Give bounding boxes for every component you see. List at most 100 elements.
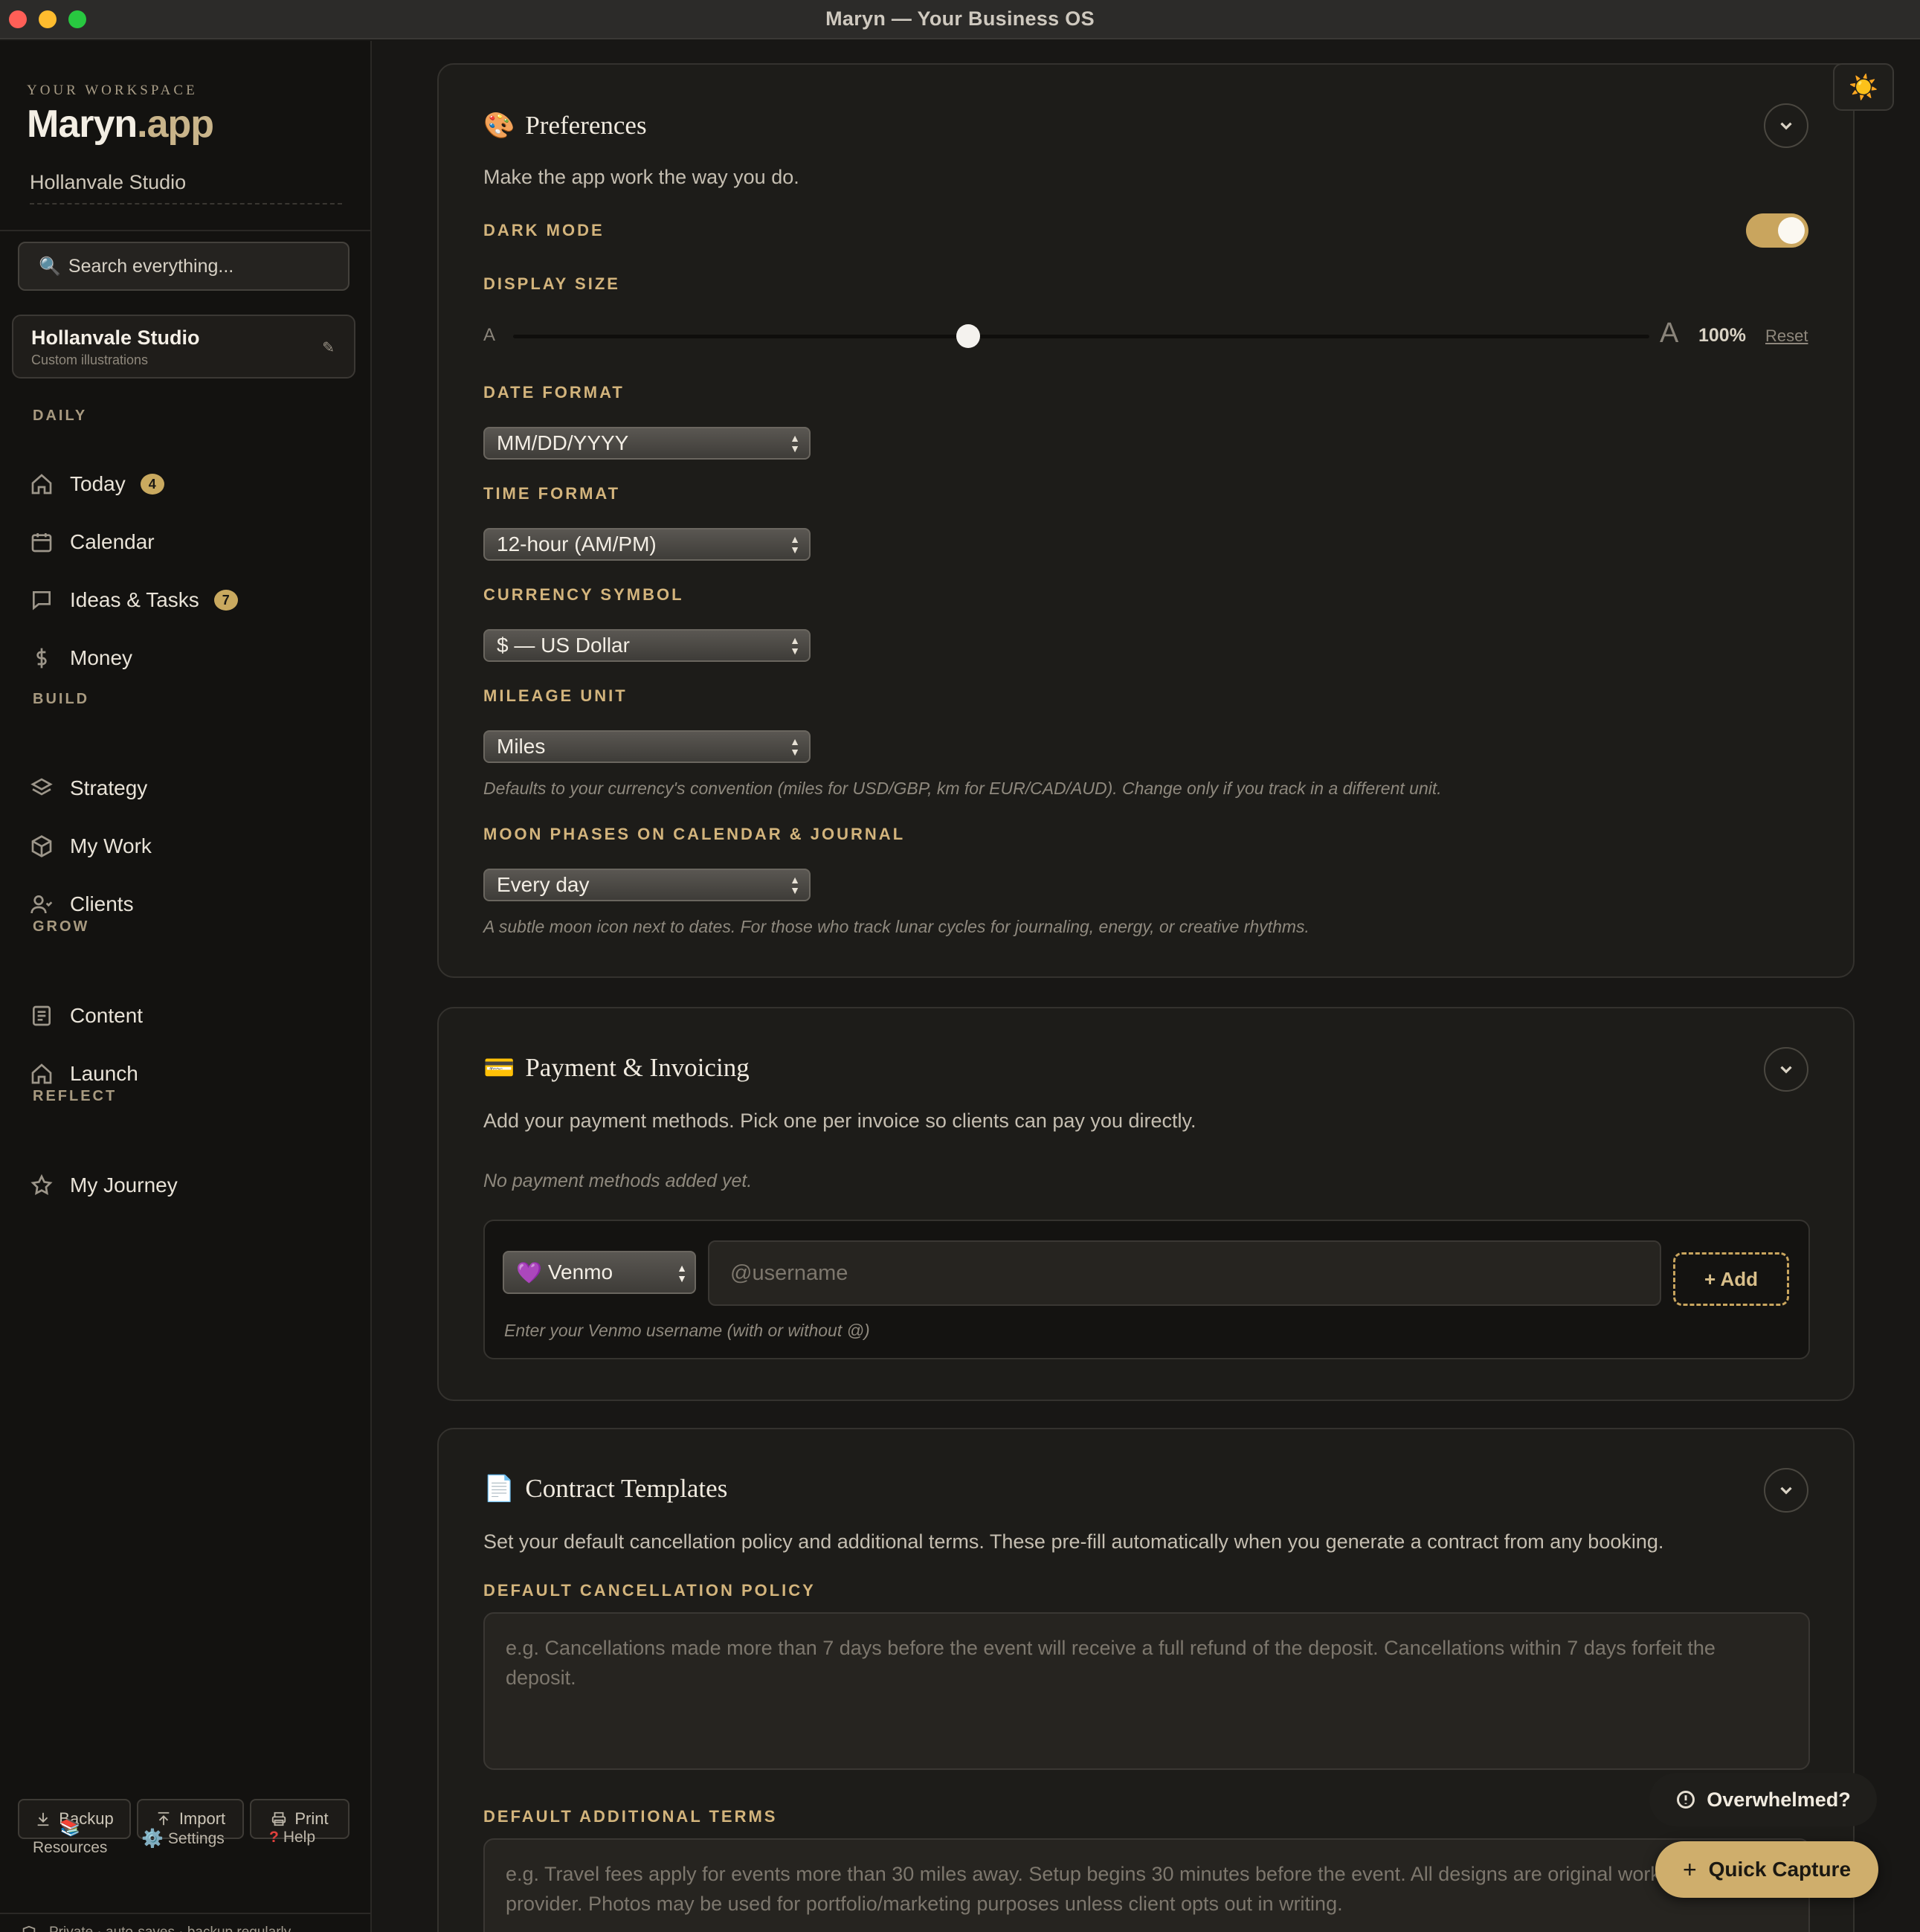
- display-size-value: 100%: [1698, 325, 1746, 346]
- dark-mode-label: DARK MODE: [483, 221, 605, 239]
- date-format-select[interactable]: MM/DD/YYYY ▲ ▼: [483, 427, 811, 460]
- search-icon: 🔍: [39, 256, 61, 277]
- theme-toggle-button[interactable]: ☀️: [1833, 63, 1894, 111]
- add-payment-method-box: 💜 Venmo ▲ ▼ @username + Add Enter your Ve…: [483, 1220, 1810, 1359]
- date-format-label: DATE FORMAT: [483, 383, 625, 402]
- calendar-icon: [31, 533, 52, 553]
- window-title: Maryn — Your Business OS: [825, 7, 1095, 30]
- studio-name[interactable]: Hollanvale Studio: [30, 171, 342, 205]
- contract-templates-card: 📄 Contract Templates Set your default ca…: [437, 1428, 1855, 1932]
- settings-link[interactable]: ⚙️ Settings: [141, 1828, 225, 1849]
- resources-link[interactable]: 📚 Resources: [33, 1818, 107, 1857]
- time-format-select[interactable]: 12-hour (AM/PM) ▲ ▼: [483, 528, 811, 561]
- collapse-contracts-button[interactable]: [1764, 1468, 1808, 1513]
- dark-mode-toggle[interactable]: [1746, 213, 1808, 248]
- cancellation-policy-label: DEFAULT CANCELLATION POLICY: [483, 1581, 816, 1600]
- currency-symbol-label: CURRENCY SYMBOL: [483, 585, 684, 604]
- ideas-count-badge: 7: [213, 590, 238, 611]
- search-placeholder: Search everything...: [68, 255, 234, 277]
- collapse-preferences-button[interactable]: [1764, 103, 1808, 148]
- moon-phases-select[interactable]: Every day ▲ ▼: [483, 869, 811, 901]
- close-window-button[interactable]: [9, 10, 27, 28]
- select-arrows-icon: ▲ ▼: [677, 1262, 687, 1284]
- box-icon: [31, 835, 52, 857]
- large-text-icon: A: [1660, 318, 1679, 349]
- preferences-card: 🎨 Preferences Make the app work the way …: [437, 63, 1855, 978]
- quick-capture-button[interactable]: + Quick Capture: [1655, 1841, 1878, 1898]
- sidebar-divider: [0, 230, 370, 231]
- add-payment-method-button[interactable]: + Add: [1673, 1252, 1789, 1306]
- select-arrows-icon: ▲ ▼: [790, 874, 800, 896]
- sidebar-item-calendar[interactable]: Calendar: [30, 524, 155, 561]
- additional-terms-label: DEFAULT ADDITIONAL TERMS: [483, 1807, 778, 1826]
- display-size-slider-handle[interactable]: [956, 324, 980, 348]
- sidebar-item-launch[interactable]: Launch: [30, 1055, 138, 1092]
- sidebar-item-label: My Journey: [70, 1173, 178, 1197]
- sidebar-item-label: Launch: [70, 1062, 138, 1085]
- shield-icon: [22, 1925, 36, 1932]
- sidebar-item-label: Content: [70, 1004, 144, 1027]
- layers-icon: [30, 778, 53, 796]
- sidebar-item-clients[interactable]: Clients: [30, 886, 134, 923]
- venmo-username-input[interactable]: @username: [708, 1240, 1661, 1306]
- payment-description: Add your payment methods. Pick one per i…: [483, 1110, 1196, 1132]
- sidebar-item-label: Strategy: [70, 776, 148, 799]
- document-icon: 📄: [483, 1475, 515, 1503]
- alert-icon: [1677, 1791, 1695, 1809]
- section-label-daily: DAILY: [33, 408, 88, 424]
- venmo-help-text: Enter your Venmo username (with or witho…: [504, 1321, 870, 1340]
- palette-icon: 🎨: [483, 112, 515, 140]
- mileage-unit-label: MILEAGE UNIT: [483, 686, 628, 705]
- chevron-down-icon: [1780, 1066, 1792, 1074]
- minimize-window-button[interactable]: [39, 10, 57, 28]
- collapse-payment-button[interactable]: [1764, 1047, 1808, 1092]
- sidebar-item-strategy[interactable]: Strategy: [30, 770, 147, 807]
- window-controls: [9, 10, 86, 28]
- contracts-description: Set your default cancellation policy and…: [483, 1530, 1664, 1553]
- sidebar-item-content[interactable]: Content: [30, 997, 143, 1034]
- sidebar-item-today[interactable]: Today 4: [30, 466, 164, 503]
- help-label: Help: [283, 1829, 316, 1846]
- home-icon: [31, 1063, 52, 1084]
- search-input[interactable]: 🔍 Search everything...: [18, 242, 349, 291]
- printer-icon: [272, 1812, 286, 1826]
- quick-capture-label: Quick Capture: [1708, 1858, 1852, 1881]
- question-icon: ?: [269, 1829, 279, 1846]
- privacy-divider: [0, 1913, 370, 1914]
- sidebar-item-my-work[interactable]: My Work: [30, 828, 152, 865]
- pencil-icon[interactable]: ✎: [322, 338, 335, 357]
- payment-invoicing-card: 💳 Payment & Invoicing Add your payment m…: [437, 1007, 1855, 1401]
- upload-icon: [158, 1812, 170, 1826]
- select-arrows-icon: ▲ ▼: [790, 634, 800, 657]
- help-link[interactable]: ? Help: [269, 1829, 315, 1846]
- message-icon: [33, 591, 51, 611]
- overwhelmed-button[interactable]: Overwhelmed?: [1649, 1773, 1877, 1826]
- mileage-unit-select[interactable]: Miles ▲ ▼: [483, 730, 811, 763]
- sidebar-item-ideas-tasks[interactable]: Ideas & Tasks 7: [30, 582, 238, 619]
- payment-method-select[interactable]: 💜 Venmo ▲ ▼: [503, 1251, 696, 1294]
- sidebar-item-money[interactable]: Money: [30, 640, 132, 677]
- workspace-label: YOUR WORKSPACE: [27, 83, 198, 98]
- sidebar-item-label: Money: [70, 646, 133, 669]
- sidebar-item-label: Clients: [70, 892, 134, 915]
- display-size-label: DISPLAY SIZE: [483, 274, 620, 293]
- zoom-window-button[interactable]: [68, 10, 86, 28]
- currency-symbol-select[interactable]: $ — US Dollar ▲ ▼: [483, 629, 811, 662]
- brand-logo[interactable]: Maryn.app: [27, 102, 214, 146]
- sidebar: YOUR WORKSPACE Maryn.app Hollanvale Stud…: [0, 41, 372, 1932]
- section-label-grow: GROW: [33, 918, 90, 935]
- display-size-slider[interactable]: [513, 335, 1649, 338]
- sidebar-item-my-journey[interactable]: My Journey: [30, 1167, 178, 1204]
- studio-switcher[interactable]: Hollanvale Studio Custom illustrations ✎: [12, 315, 355, 379]
- studio-card-name: Hollanvale Studio: [31, 326, 200, 349]
- payment-empty-text: No payment methods added yet.: [483, 1171, 753, 1191]
- section-label-build: BUILD: [33, 691, 90, 707]
- additional-terms-textarea[interactable]: e.g. Travel fees apply for events more t…: [483, 1838, 1810, 1932]
- credit-card-icon: 💳: [483, 1054, 515, 1082]
- sidebar-item-label: My Work: [70, 834, 152, 857]
- preferences-title: 🎨 Preferences: [483, 111, 647, 141]
- display-size-reset-link[interactable]: Reset: [1765, 326, 1808, 346]
- privacy-note: Private · auto-saves · backup regularly: [21, 1925, 291, 1932]
- small-text-icon: A: [483, 325, 496, 345]
- cancellation-policy-textarea[interactable]: e.g. Cancellations made more than 7 days…: [483, 1612, 1810, 1770]
